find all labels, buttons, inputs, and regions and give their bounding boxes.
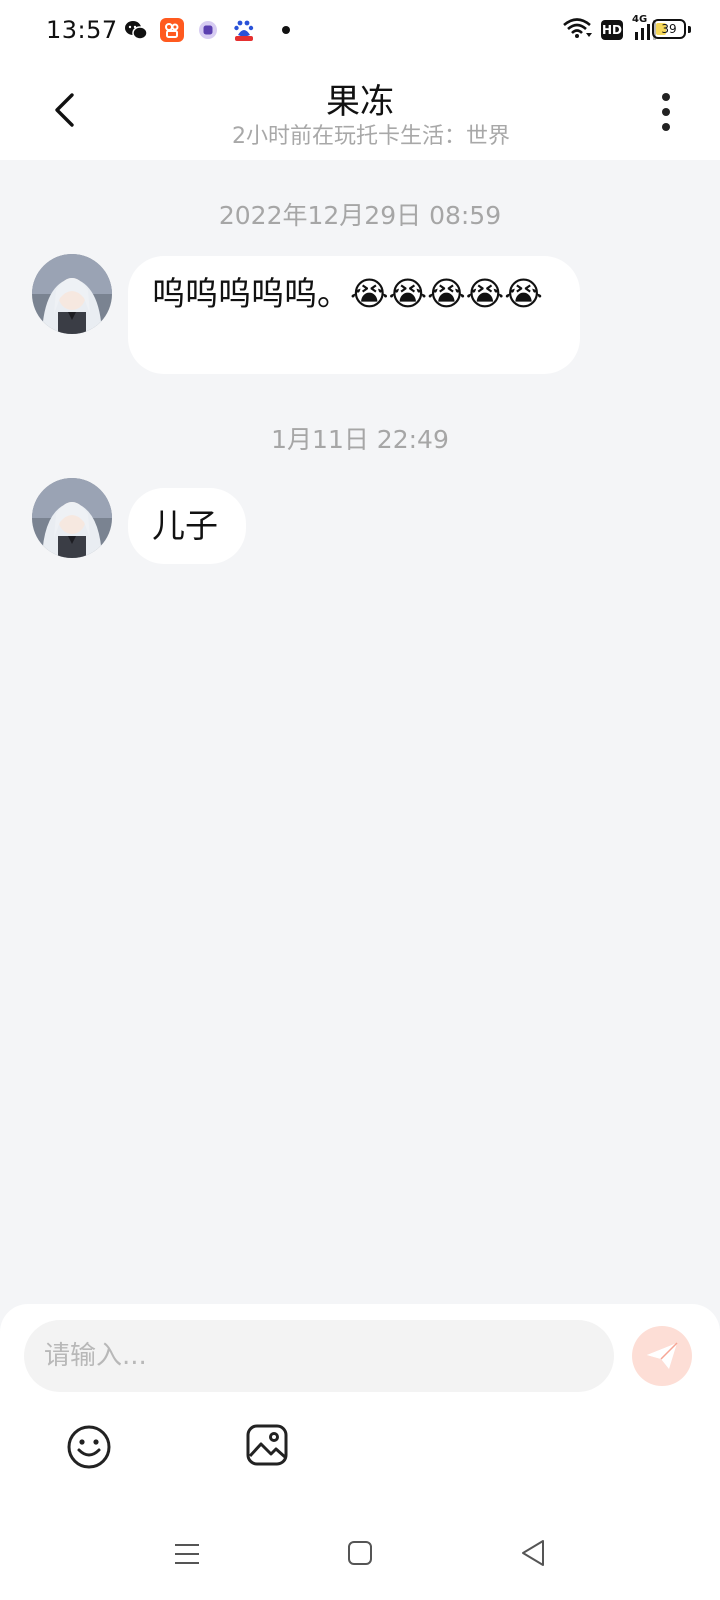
status-time: 13:57 — [46, 16, 118, 44]
triangle-back-icon — [522, 1540, 544, 1566]
baidu-icon — [232, 18, 256, 42]
system-indicators: HD 4G — [562, 14, 662, 43]
recent-apps-button[interactable] — [174, 1542, 200, 1570]
notification-icons — [124, 18, 290, 42]
message-input[interactable]: 请输入... — [24, 1320, 614, 1392]
menu-icon — [175, 1544, 199, 1564]
more-dot-icon — [662, 108, 670, 116]
contact-name: 果冻 — [326, 82, 394, 122]
message-timestamp: 2022年12月29日 08:59 — [218, 201, 502, 230]
emoji-button[interactable] — [66, 1424, 112, 1474]
composer-panel: 请输入... — [0, 1304, 720, 1524]
system-back-button[interactable] — [520, 1539, 546, 1571]
more-dot-icon — [662, 93, 670, 101]
contact-status: 2小时前在玩托卡生活：世界 — [232, 124, 510, 149]
battery-icon: 39 — [652, 19, 691, 39]
kuaishou-icon — [160, 18, 184, 42]
home-button[interactable] — [347, 1540, 373, 1570]
send-button[interactable] — [632, 1326, 692, 1386]
purple-app-icon — [196, 18, 220, 42]
image-button[interactable] — [246, 1424, 288, 1470]
battery-nub — [688, 26, 691, 33]
paper-plane-icon — [647, 1342, 678, 1369]
chat-header: 果冻 2小时前在玩托卡生活：世界 — [0, 64, 720, 160]
message-bubble[interactable]: 呜呜呜呜呜。😭😭😭😭😭 — [128, 256, 580, 374]
avatar[interactable] — [32, 478, 112, 558]
message-timestamp: 1月11日 22:49 — [271, 425, 449, 454]
smiley-icon — [67, 1425, 111, 1469]
avatar[interactable] — [32, 254, 112, 334]
square-icon — [348, 1541, 372, 1565]
hd-icon: HD — [601, 20, 623, 40]
more-dot-icon — [662, 123, 670, 131]
more-notifications-dot — [282, 26, 290, 34]
status-bar: 13:57 HD 4G 39 — [0, 0, 720, 64]
battery-level-text: 39 — [661, 22, 677, 36]
system-nav-bar — [0, 1524, 720, 1600]
more-options-button[interactable] — [646, 90, 686, 134]
message-bubble[interactable]: 儿子 — [128, 488, 246, 564]
image-icon — [246, 1424, 288, 1466]
wechat-icon — [124, 18, 148, 42]
wifi-icon — [562, 17, 592, 43]
